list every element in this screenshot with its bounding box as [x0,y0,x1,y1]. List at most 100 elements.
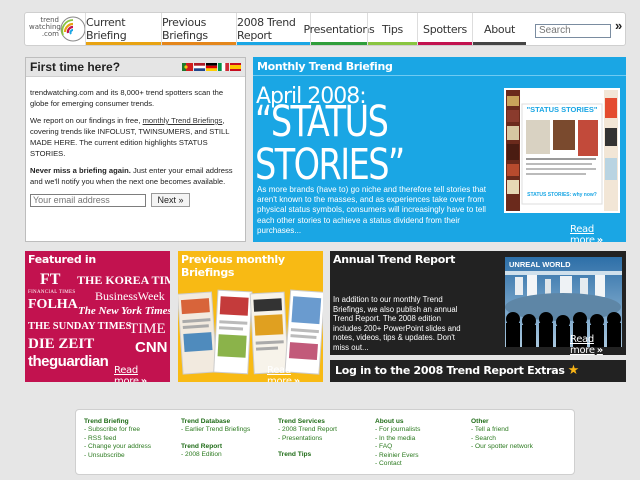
briefing-thumbnail: "STATUS STORIES" STATUS STORIES: why now… [504,88,620,213]
pub-die-zeit: DIE ZEIT [28,336,95,352]
annual-report-title: Annual Trend Report [333,253,456,266]
briefing-text-before: We report on our findings in free, [30,116,141,125]
nav-tab-color-bar [418,42,472,45]
featured-in-title: Featured in [28,253,96,266]
annual-report-description: In addition to our monthly Trend Briefin… [333,295,461,352]
featured-read-more-link[interactable]: Read more» [114,365,170,382]
pub-nyt: The New York Times [78,305,170,317]
first-time-header: First time here? [26,58,245,77]
star-icon: ★ [567,363,580,378]
footer-link[interactable]: - Change your address [84,443,151,451]
nav-tab-label: Spotters [423,22,467,36]
logo-wordmark: trend watching .com [29,17,61,38]
notify-bold: Never miss a briefing again. [30,166,131,175]
nav-tab-label: Previous Briefings [162,16,208,42]
footer-heading[interactable]: Trend Report [181,443,250,451]
featured-in-panel[interactable]: Featured in FT FINANCIAL TIMES THE KOREA… [25,251,170,382]
previous-briefings-collage [178,289,323,375]
nav-tab-presentations[interactable]: Presentations [304,13,375,45]
monthly-read-more-link[interactable]: Read more» [570,224,626,242]
annual-report-panel[interactable]: Annual Trend Report In addition to our m… [330,251,626,355]
footer-heading[interactable]: About us [375,418,420,426]
next-button[interactable]: Next » [151,193,190,207]
portugal-flag-icon[interactable] [182,63,193,71]
thumbnail-title: "STATUS STORIES" [527,105,598,114]
nav-tab-spotters[interactable]: Spotters [417,13,472,45]
nav-tab-current-briefing[interactable]: Current Briefing [85,13,161,45]
footer-link[interactable]: - Contact [375,460,420,468]
intro-paragraph: trendwatching.com and its 8,000+ trend s… [30,88,224,108]
footer-link[interactable]: - Presentations [278,435,337,443]
footer-link[interactable]: - Search [471,435,533,443]
trendwatching-logo[interactable]: trend watching .com [27,14,86,44]
pub-ft: FT [40,271,61,288]
nav-tab-tips[interactable]: Tips [367,13,417,45]
first-time-title: First time here? [30,60,121,74]
monthly-read-more-arrow-icon: » [596,235,603,242]
search-input[interactable] [535,23,611,38]
previous-briefings-panel[interactable]: Previous monthly Briefings Read more» [178,251,323,382]
footer-spacer [181,435,250,443]
footer-heading[interactable]: Trend Services [278,418,337,426]
pub-sunday-times: THE SUNDAY TIMES [28,321,132,332]
spain-flag-icon[interactable] [230,63,241,71]
footer-link[interactable]: - Subscribe for free [84,426,151,434]
footer-link[interactable]: - Reinier Evers [375,452,420,460]
main-nav: Current Briefing Previous Briefings 2008 T… [85,13,526,45]
pub-guardian: theguardian [28,353,109,370]
nav-tab-about[interactable]: About [472,13,526,45]
nav-tab-previous-briefings[interactable]: Previous Briefings [161,13,236,45]
search-submit-button[interactable]: » [615,18,622,33]
headline-line1: “STATUS [255,97,389,147]
footer-heading[interactable]: Trend Briefing [84,418,151,426]
footer-column: About us - For journalists - In the media -… [375,418,420,468]
annual-read-more-arrow-icon: » [596,345,603,355]
previous-read-more-arrow-icon: » [293,376,300,382]
footer-link[interactable]: - Earlier Trend Briefings [181,426,250,434]
annual-read-more-link[interactable]: Read more» [570,334,626,355]
previous-read-more-link[interactable]: Read more» [267,365,323,382]
footer-column: Other - Tell a friend - Search - Our spotte… [471,418,533,452]
footer-heading[interactable]: Trend Database [181,418,250,426]
pub-korea-times: THE KOREA TIMES [77,273,170,287]
notify-paragraph: Never miss a briefing again. Just enter … [30,165,240,187]
headline-line2: STORIES” [255,140,405,190]
first-time-panel: First time here? trendwatching.com and i… [25,57,246,242]
briefing-description: As more brands (have to) go niche and th… [257,185,486,235]
footer-heading[interactable]: Trend Tips [278,451,337,459]
netherlands-flag-icon[interactable] [194,63,205,71]
nav-tab-2008-trend-report[interactable]: 2008 Trend Report [236,13,310,45]
pub-time: TIME [129,321,166,337]
email-field[interactable] [30,193,146,207]
annual-image-label: UNREAL WORLD [509,260,571,269]
footer-link[interactable]: - Our spotter network [471,443,533,451]
login-extras-label: Log in to the 2008 Trend Report Extras [335,364,565,377]
top-navigation-bar: trend watching .com Current Briefing Prev… [24,12,626,46]
footer-links-panel: Trend Briefing - Subscribe for free - RSS … [75,409,575,475]
footer-column: Trend Services - 2008 Trend Report - Prese… [278,418,337,460]
footer-link[interactable]: - 2008 Trend Report [278,426,337,434]
nav-tab-color-bar [311,42,367,45]
footer-link[interactable]: - For journalists [375,426,420,434]
footer-link[interactable]: - FAQ [375,443,420,451]
footer-link[interactable]: - In the media [375,435,420,443]
italy-flag-icon[interactable] [218,63,229,71]
footer-link[interactable]: - Tell a friend [471,426,533,434]
monthly-briefing-panel[interactable]: Monthly Trend Briefing April 2008: “STAT… [253,57,626,242]
nav-tab-label: About [483,22,516,36]
featured-read-more-arrow-icon: » [140,376,147,382]
annual-read-more-label: Read more [570,334,595,355]
nav-tab-color-bar [368,42,417,45]
footer-link[interactable]: - 2008 Edition [181,451,250,459]
previous-read-more-label: Read more [267,365,292,382]
footer-link[interactable]: - RSS feed [84,435,151,443]
footer-heading[interactable]: Other [471,418,533,426]
subscribe-form: Next » [30,193,240,207]
germany-flag-icon[interactable] [206,63,217,71]
login-extras-button[interactable]: Log in to the 2008 Trend Report Extras ★ [330,360,626,382]
monthly-briefings-link[interactable]: monthly Trend Briefings [143,116,223,125]
pub-folha: FOLHA [28,297,78,312]
footer-link[interactable]: - Unsubscribe [84,452,151,460]
nav-tab-label: Tips [382,22,403,36]
featured-read-more-label: Read more [114,365,139,382]
